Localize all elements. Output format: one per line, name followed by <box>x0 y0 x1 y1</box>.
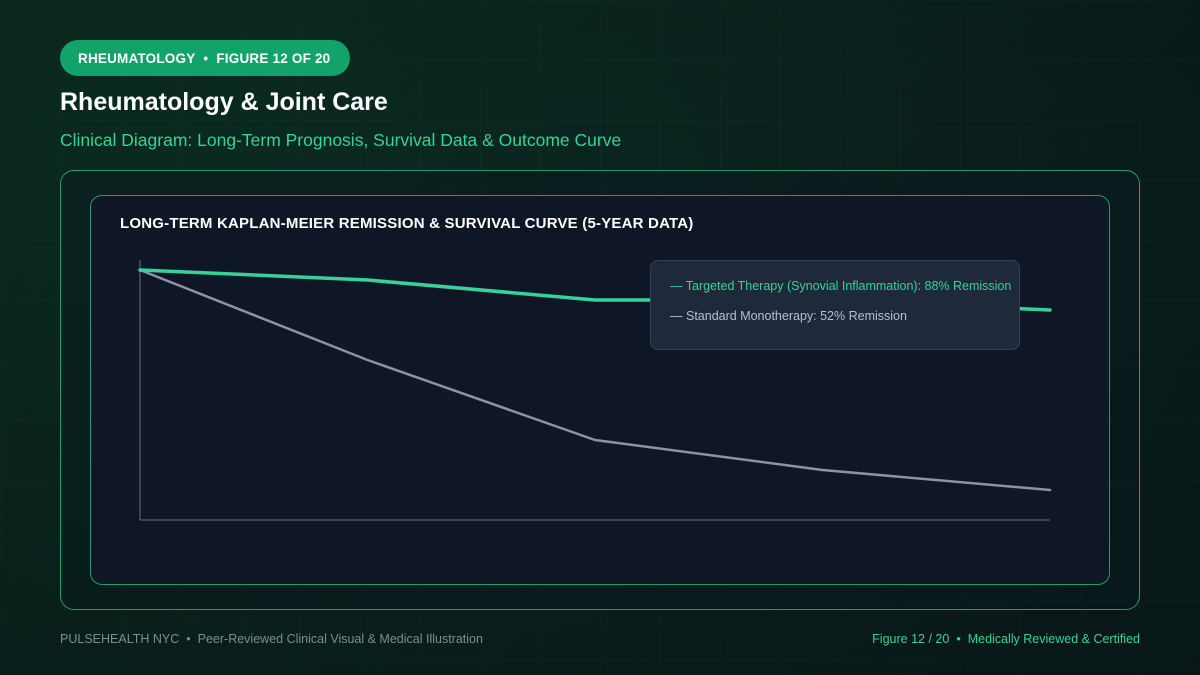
survival-chart <box>138 260 1052 521</box>
footer-figure-label: Figure 12 / 20 <box>872 632 950 646</box>
footer-tagline: Peer-Reviewed Clinical Visual & Medical … <box>197 632 483 646</box>
footer-separator: • <box>956 632 961 646</box>
legend-label-targeted-therapy: Targeted Therapy (Synovial Inflammation)… <box>685 279 1012 293</box>
legend-label-standard-monotherapy: Standard Monotherapy: 52% Remission <box>685 309 907 323</box>
footer-separator: • <box>186 632 191 646</box>
footer-certification: Medically Reviewed & Certified <box>967 632 1140 646</box>
legend-item-targeted-therapy: — Targeted Therapy (Synovial Inflammatio… <box>670 279 1011 293</box>
chart-legend: — Targeted Therapy (Synovial Inflammatio… <box>650 260 1020 350</box>
footer-credit: PULSEHEALTH NYC • Peer-Reviewed Clinical V… <box>60 632 483 646</box>
footer-brand: PULSEHEALTH NYC <box>60 632 180 646</box>
legend-item-standard-monotherapy: — Standard Monotherapy: 52% Remission <box>670 309 907 323</box>
legend-marker-targeted-therapy: — <box>670 279 683 293</box>
footer-figure-info: Figure 12 / 20 • Medically Reviewed & Cert… <box>872 632 1140 646</box>
legend-marker-standard-monotherapy: — <box>670 309 683 323</box>
